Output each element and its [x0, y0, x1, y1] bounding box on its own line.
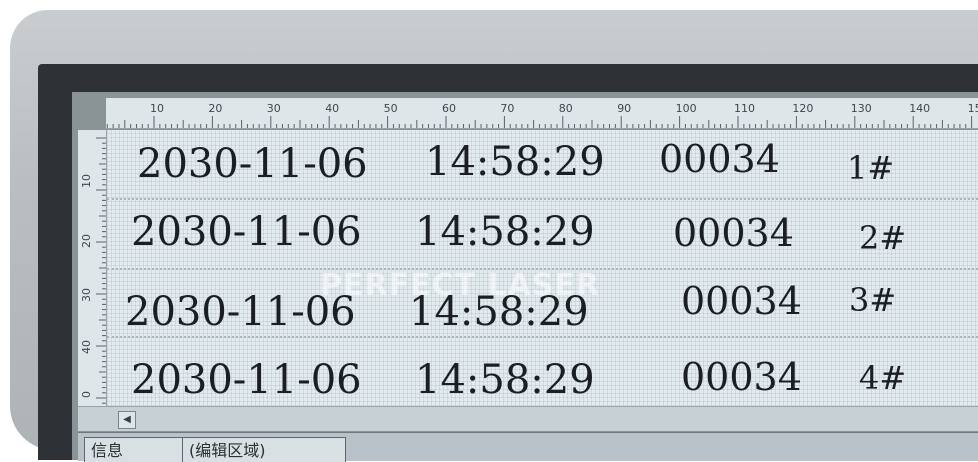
horizontal-ruler: 10 20 30 40 50 60 70 80 90 100 110 120 130 140 15: [106, 98, 978, 129]
vertical-ruler: 10 20 30 40 0: [78, 130, 107, 406]
row-serial[interactable]: 00034: [681, 282, 802, 320]
row-number[interactable]: 1#: [847, 152, 894, 184]
vertical-ruler-graphic: 10 20 30 40 0: [80, 137, 106, 404]
row-date[interactable]: 2030-11-06: [131, 212, 362, 252]
row-number[interactable]: 2#: [859, 222, 906, 254]
ruler-label: 140: [909, 102, 930, 115]
horizontal-ruler-graphic: 10 20 30 40 50 60 70 80 90 100 110 120 130 140 15: [106, 102, 978, 128]
ruler-label: 130: [851, 102, 872, 115]
ruler-label: 70: [500, 102, 514, 115]
row-serial[interactable]: 00034: [681, 358, 802, 396]
tab-info[interactable]: 信息: [84, 437, 188, 462]
row-date[interactable]: 2030-11-06: [137, 144, 368, 184]
canvas-row-1[interactable]: 2030-11-06 14:58:29 00034 1#: [107, 130, 978, 198]
row-time[interactable]: 14:58:29: [425, 142, 605, 182]
canvas-row-2[interactable]: 2030-11-06 14:58:29 00034 2#: [107, 198, 978, 268]
tab-edit-area[interactable]: (编辑区域): [182, 437, 346, 462]
row-time[interactable]: 14:58:29: [415, 212, 595, 252]
row-number[interactable]: 4#: [859, 362, 906, 394]
ruler-label: 30: [80, 288, 93, 302]
bottom-tab-strip: 信息 (编辑区域): [78, 432, 978, 462]
ruler-label: 30: [267, 102, 281, 115]
ruler-label: 15: [968, 102, 978, 115]
ruler-label: 50: [384, 102, 398, 115]
ruler-label: 100: [676, 102, 697, 115]
ruler-label: 10: [80, 174, 93, 188]
row-serial[interactable]: 00034: [673, 214, 794, 252]
canvas-row-4[interactable]: 2030-11-06 14:58:29 00034 4#: [107, 336, 978, 406]
ruler-label: 40: [325, 102, 339, 115]
row-time[interactable]: 14:58:29: [415, 360, 595, 400]
scroll-left-arrow-icon[interactable]: ◀: [118, 411, 136, 429]
ruler-label: 20: [208, 102, 222, 115]
ruler-label: 90: [617, 102, 631, 115]
ruler-label: 80: [559, 102, 573, 115]
photo-background: 10 20 30 40 50 60 70 80 90 100 110 120 130 140 15 10 20…: [0, 0, 978, 462]
ruler-label: 120: [792, 102, 813, 115]
ruler-label: 20: [80, 234, 93, 248]
ruler-label: 10: [150, 102, 164, 115]
ruler-label: 0: [80, 391, 93, 398]
row-serial[interactable]: 00034: [659, 140, 780, 178]
horizontal-scrollbar[interactable]: ◀: [78, 406, 978, 431]
ruler-label: 110: [734, 102, 755, 115]
row-number[interactable]: 3#: [849, 284, 896, 316]
photo-watermark: PERFECT LASER: [320, 268, 601, 303]
ruler-label: 40: [80, 340, 93, 354]
ruler-label: 60: [442, 102, 456, 115]
row-date[interactable]: 2030-11-06: [131, 360, 362, 400]
